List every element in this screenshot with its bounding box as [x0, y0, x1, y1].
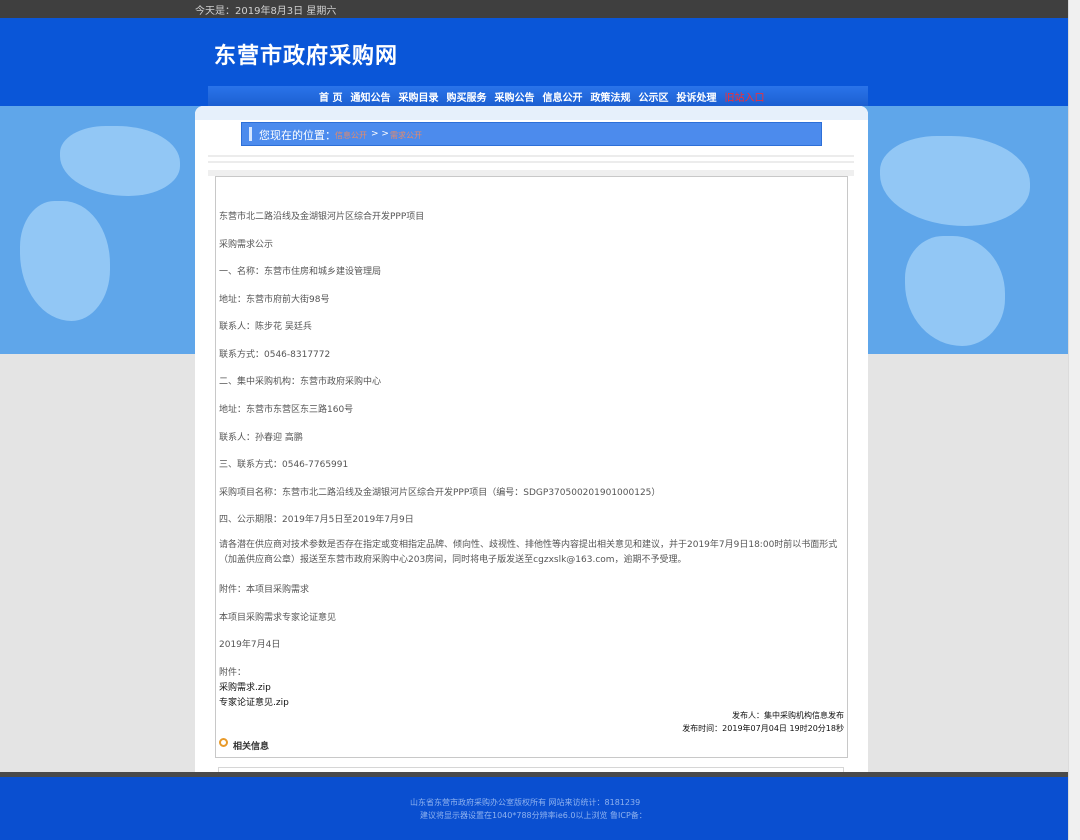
article-paragraph: 地址：东营市东营区东三路160号	[219, 405, 354, 415]
main-nav: 首 页 通知公告 采购目录 购买服务 采购公告 信息公开 政策法规 公示区 投诉…	[208, 86, 868, 106]
nav-item-info-disclosure[interactable]: 信息公开	[542, 89, 582, 104]
attachment-link[interactable]: 采购需求.zip	[219, 680, 271, 693]
nav-item-publicity[interactable]: 公示区	[638, 89, 668, 104]
publisher-info: 发布人：集中采购机构信息发布	[732, 711, 844, 720]
breadcrumb-link-demand-disclosure[interactable]: 需求公开	[390, 130, 422, 141]
attachment-link[interactable]: 专家论证意见.zip	[219, 695, 289, 708]
article-paragraph: 本项目采购需求专家论证意见	[219, 613, 337, 623]
breadcrumb-link-info-disclosure[interactable]: 信息公开	[335, 130, 367, 141]
article-paragraph: 地址：东营市府前大街98号	[219, 295, 330, 305]
article-paragraph: 四、公示期限：2019年7月5日至2019年7月9日	[219, 515, 414, 525]
nav-item-policies[interactable]: 政策法规	[590, 89, 630, 104]
article-date: 2019年7月4日	[219, 640, 281, 650]
article-paragraph: 联系人：陈步花 吴廷兵	[219, 322, 312, 332]
breadcrumb-separator: > >	[371, 129, 389, 139]
article-paragraph: 请各潜在供应商对技术参数是否存在指定或变相指定品牌、倾向性、歧视性、排他性等内容…	[219, 540, 838, 565]
circle-bullet-icon	[219, 738, 228, 747]
nav-item-services[interactable]: 购买服务	[446, 89, 486, 104]
publish-time: 发布时间：2019年07月04日 19时20分18秒	[682, 724, 844, 733]
browser-recommendation-text: 建议将显示器设置在1040*788分辨率ie6.0以上浏览 鲁ICP备：	[420, 811, 647, 820]
content-page-top-edge	[195, 106, 868, 120]
copyright-text: 山东省东营市政府采购办公室版权所有 网站来访统计：8181239	[410, 798, 641, 807]
breadcrumb-marker	[249, 127, 252, 141]
divider	[208, 161, 854, 163]
article-title: 东营市北二路沿线及金湖银河片区综合开发PPP项目	[219, 212, 425, 222]
nav-item-notices[interactable]: 通知公告	[350, 89, 390, 104]
nav-item-announcements[interactable]: 采购公告	[494, 89, 534, 104]
divider	[208, 155, 854, 157]
article-paragraph: 联系方式：0546-8317772	[219, 350, 331, 360]
article-paragraph: 采购项目名称：东营市北二路沿线及金湖银河片区综合开发PPP项目（编号：SDGP3…	[219, 488, 661, 498]
nav-item-old-site[interactable]: 旧站入口	[724, 89, 764, 104]
current-date: 今天是：2019年8月3日 星期六	[195, 6, 337, 17]
article-paragraph: 联系人：孙春迎 高鹏	[219, 433, 303, 443]
map-land-decoration	[60, 126, 180, 196]
related-info-label: 相关信息	[233, 742, 270, 752]
article-paragraph: 附件：本项目采购需求	[219, 585, 310, 595]
related-info-heading: 相关信息	[219, 738, 270, 752]
breadcrumb-label: 您现在的位置：	[259, 129, 336, 142]
breadcrumb: 您现在的位置： 信息公开 > > 需求公开	[241, 122, 822, 146]
article-paragraph: 采购需求公示	[219, 240, 274, 250]
nav-item-catalog[interactable]: 采购目录	[398, 89, 438, 104]
map-land-decoration	[905, 236, 1005, 346]
map-land-decoration	[20, 201, 110, 321]
nav-item-complaints[interactable]: 投诉处理	[676, 89, 716, 104]
site-footer: 山东省东营市政府采购办公室版权所有 网站来访统计：8181239 建议将显示器设…	[0, 777, 1068, 840]
attachments-label: 附件：	[219, 668, 247, 678]
article-paragraph: 一、名称：东营市住房和城乡建设管理局	[219, 267, 382, 277]
scrollbar[interactable]	[1068, 0, 1080, 840]
article-paragraph: 三、联系方式：0546-7765991	[219, 460, 349, 470]
article-paragraph: 二、集中采购机构：东营市政府采购中心	[219, 377, 382, 387]
map-land-decoration	[880, 136, 1030, 226]
site-title: 东营市政府采购网	[214, 44, 399, 69]
top-bar: 今天是：2019年8月3日 星期六	[0, 0, 1068, 18]
nav-item-home[interactable]: 首 页	[319, 89, 342, 104]
